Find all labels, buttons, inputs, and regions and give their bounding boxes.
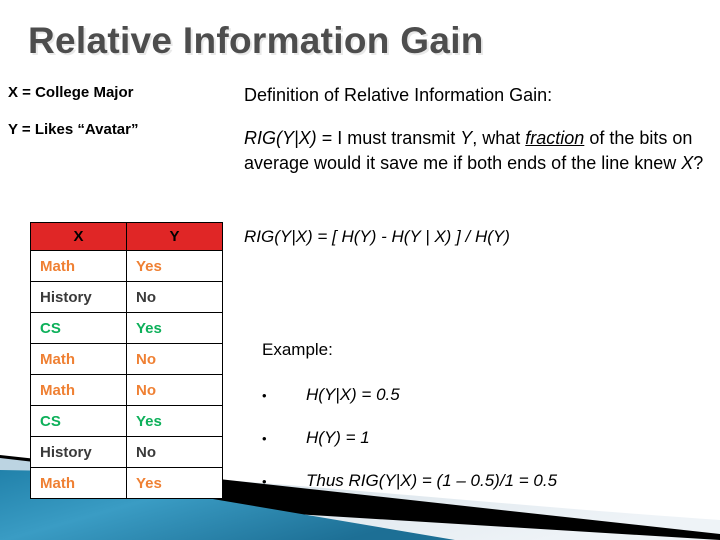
table-row: History No	[30, 436, 223, 468]
example-bullet-item: • H(Y|X) = 0.5	[262, 385, 712, 405]
table-row: Math No	[30, 374, 223, 406]
paragraph-text-1: = I must transmit	[316, 128, 461, 148]
table-row: Math Yes	[30, 250, 223, 282]
definition-paragraph: RIG(Y|X) = I must transmit Y, what fract…	[244, 126, 706, 176]
example-bullet-item: • Thus RIG(Y|X) = (1 – 0.5)/1 = 0.5	[262, 471, 712, 491]
example-bullet-text: H(Y|X) = 0.5	[306, 385, 400, 404]
table-body: Math Yes History No CS Yes Math No Math No CS Yes Hi…	[30, 250, 223, 499]
definition-heading: Definition of Relative Information Gain:	[244, 85, 553, 105]
rig-formula: RIG(Y|X) = [ H(Y) - H(Y | X) ] / H(Y)	[244, 227, 510, 246]
cell-y: Yes	[126, 467, 223, 499]
legend-variable-x: X = College Major	[8, 84, 134, 101]
cell-y: Yes	[126, 405, 223, 437]
table-row: Math No	[30, 343, 223, 375]
table-row: CS Yes	[30, 405, 223, 437]
cell-x: CS	[30, 312, 127, 344]
paragraph-text-4: ?	[693, 153, 704, 173]
table-row: Math Yes	[30, 467, 223, 499]
cell-x: Math	[30, 343, 127, 375]
table-header-row: X Y	[30, 222, 223, 251]
cell-y: No	[126, 281, 223, 313]
column-header-y: Y	[126, 222, 223, 251]
cell-x: Math	[30, 374, 127, 406]
cell-y: Yes	[126, 312, 223, 344]
cell-y: Yes	[126, 250, 223, 282]
emphasis-fraction: fraction	[525, 128, 585, 148]
example-bullet-text: Thus RIG(Y|X) = (1 – 0.5)/1 = 0.5	[306, 471, 558, 490]
paragraph-text-2: , what	[472, 128, 526, 148]
cell-y: No	[126, 436, 223, 468]
column-header-x: X	[30, 222, 127, 251]
cell-x: Math	[30, 467, 127, 499]
rig-notation: RIG(Y|X)	[244, 128, 317, 148]
table-row: CS Yes	[30, 312, 223, 344]
slide-canvas: Relative Information Gain X = College Ma…	[0, 0, 720, 540]
table-row: History No	[30, 281, 223, 313]
bullet-marker-icon: •	[262, 388, 267, 403]
bullet-marker-icon: •	[262, 431, 267, 446]
cell-x: Math	[30, 250, 127, 282]
cell-x: History	[30, 281, 127, 313]
example-heading: Example:	[262, 340, 333, 359]
example-bullet-text: H(Y) = 1	[306, 428, 370, 447]
cell-y: No	[126, 343, 223, 375]
variable-y: Y	[460, 128, 473, 148]
legend-variable-y: Y = Likes “Avatar”	[8, 121, 139, 138]
cell-y: No	[126, 374, 223, 406]
cell-x: History	[30, 436, 127, 468]
variable-x: X	[681, 153, 694, 173]
data-table: X Y Math Yes History No CS Yes Math No Math No CS Y…	[30, 222, 223, 499]
example-bullet-item: • H(Y) = 1	[262, 428, 712, 448]
cell-x: CS	[30, 405, 127, 437]
bullet-marker-icon: •	[262, 474, 267, 489]
page-title: Relative Information Gain	[28, 20, 484, 61]
